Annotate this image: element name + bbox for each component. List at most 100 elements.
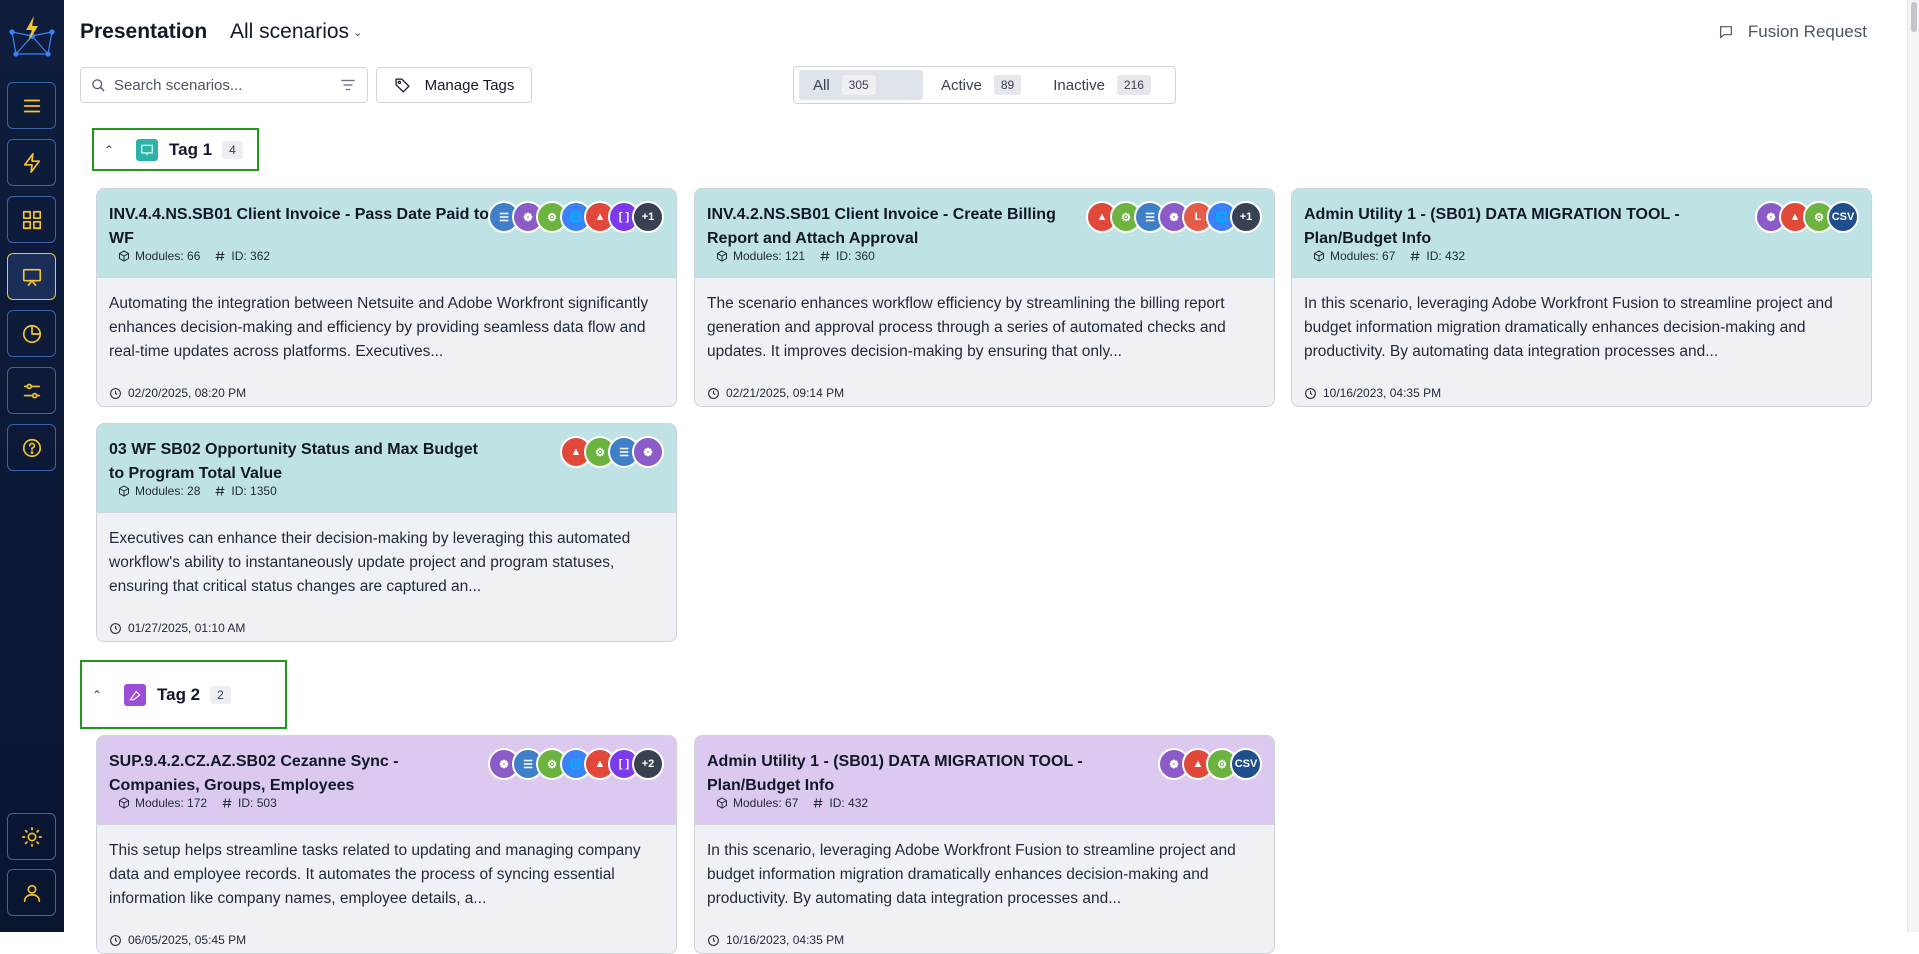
card-date: 01/27/2025, 01:10 AM	[97, 601, 676, 641]
id-info: ID: 503	[221, 796, 277, 810]
scenario-filter-dropdown[interactable]: All scenarios ⌄	[230, 20, 362, 44]
scenario-card[interactable]: Admin Utility 1 - (SB01) DATA MIGRATION …	[1291, 188, 1872, 407]
fusion-request-link[interactable]: Fusion Request	[1718, 22, 1867, 42]
page-title: Presentation	[80, 20, 208, 43]
card-title[interactable]: SUP.9.4.2.CZ.AZ.SB02 Cezanne Sync - Comp…	[109, 750, 489, 798]
scrollbar[interactable]	[1907, 0, 1919, 932]
modules-count: Modules: 172	[135, 796, 208, 810]
sidebar	[0, 0, 64, 932]
theme-toggle-button[interactable]	[7, 813, 56, 860]
tag-badge-icon	[136, 138, 158, 161]
manage-tags-button[interactable]: Manage Tags	[376, 67, 532, 103]
cube-icon	[119, 797, 129, 809]
analytics-nav-button[interactable]	[7, 310, 56, 357]
profile-button[interactable]	[7, 869, 56, 916]
card-description: In this scenario, leveraging Adobe Workf…	[1304, 295, 1833, 360]
cube-icon	[717, 250, 727, 262]
card-title[interactable]: Admin Utility 1 - (SB01) DATA MIGRATION …	[1304, 203, 1684, 251]
modules-count: Modules: 67	[1330, 249, 1396, 263]
search-icon	[92, 78, 105, 92]
help-nav-button[interactable]	[7, 424, 56, 471]
id-info: ID: 432	[812, 796, 868, 810]
sliders-icon	[23, 383, 40, 398]
scenario-card[interactable]: INV.4.2.NS.SB01 Client Invoice - Create …	[694, 188, 1275, 407]
filter-inactive-tab[interactable]: Inactive 216	[1039, 70, 1165, 100]
last-modified: 01/27/2025, 01:10 AM	[128, 621, 246, 635]
hash-icon	[813, 798, 823, 808]
hash-icon	[215, 251, 225, 261]
card-title[interactable]: 03 WF SB02 Opportunity Status and Max Bu…	[109, 438, 489, 486]
search-box[interactable]	[80, 67, 368, 103]
clock-icon	[110, 934, 121, 946]
more-apps-badge[interactable]: +2	[632, 748, 664, 780]
modules-info: Modules: 66	[118, 249, 200, 263]
scenario-id: ID: 360	[836, 249, 875, 263]
card-title[interactable]: Admin Utility 1 - (SB01) DATA MIGRATION …	[707, 750, 1087, 798]
tag-name: Tag 2	[157, 684, 201, 704]
tag-icon	[395, 77, 410, 93]
modules-count: Modules: 67	[733, 796, 799, 810]
search-input[interactable]	[114, 76, 331, 94]
modules-info: Modules: 67	[1313, 249, 1395, 263]
scenario-id: ID: 432	[829, 796, 869, 810]
tag-count: 4	[222, 140, 243, 159]
scrollbar-thumb[interactable]	[1911, 2, 1917, 32]
modules-info: Modules: 28	[118, 484, 200, 498]
modules-info: Modules: 121	[716, 249, 805, 263]
tag-name: Tag 1	[169, 139, 213, 159]
filter-active-tab[interactable]: Active 89	[927, 70, 1035, 100]
main-content: Presentation All scenarios ⌄ Fusion Requ…	[64, 0, 1907, 954]
card-header: SUP.9.4.2.CZ.AZ.SB02 Cezanne Sync - Comp…	[97, 736, 676, 825]
last-modified: 10/16/2023, 04:35 PM	[726, 933, 845, 947]
tag-group-header[interactable]: ⌃ Tag 1 4	[92, 128, 259, 171]
scenario-card[interactable]: INV.4.4.NS.SB01 Client Invoice - Pass Da…	[96, 188, 677, 407]
card-date: 02/20/2025, 08:20 PM	[97, 366, 676, 406]
chart-pie-icon	[22, 324, 41, 343]
status-filter-group: All 305 Active 89 Inactive 216	[793, 66, 1176, 104]
cube-icon	[119, 250, 129, 262]
chevron-up-icon[interactable]: ⌃	[92, 688, 110, 702]
filter-inactive-label: Inactive	[1053, 76, 1105, 94]
id-info: ID: 1350	[214, 484, 277, 498]
card-description: The scenario enhances workflow efficienc…	[707, 295, 1226, 360]
scenario-card[interactable]: SUP.9.4.2.CZ.AZ.SB02 Cezanne Sync - Comp…	[96, 735, 677, 954]
dashboard-nav-button[interactable]	[7, 196, 56, 243]
card-description: In this scenario, leveraging Adobe Workf…	[707, 842, 1236, 907]
logo-icon[interactable]	[6, 14, 58, 58]
card-title[interactable]: INV.4.2.NS.SB01 Client Invoice - Create …	[707, 203, 1087, 251]
clock-icon	[708, 387, 719, 399]
menu-button[interactable]	[7, 82, 56, 129]
app-icons: ❁ ▲ ⚙ CSV	[1755, 201, 1859, 233]
more-apps-badge[interactable]: +1	[1230, 201, 1262, 233]
tag-count: 2	[210, 685, 231, 704]
scenario-card[interactable]: 03 WF SB02 Opportunity Status and Max Bu…	[96, 423, 677, 642]
scenario-id: ID: 1350	[231, 484, 277, 498]
dashboard-icon	[22, 210, 41, 229]
card-header: INV.4.4.NS.SB01 Client Invoice - Pass Da…	[97, 189, 676, 278]
more-apps-badge[interactable]: +1	[632, 201, 664, 233]
clock-icon	[110, 622, 121, 634]
csv-icon: CSV	[1827, 201, 1859, 233]
card-date: 02/21/2025, 09:14 PM	[695, 366, 1274, 406]
filter-active-label: Active	[941, 76, 982, 94]
chevron-up-icon[interactable]: ⌃	[104, 143, 122, 157]
card-title[interactable]: INV.4.4.NS.SB01 Client Invoice - Pass Da…	[109, 203, 489, 251]
modules-count: Modules: 121	[733, 249, 806, 263]
id-info: ID: 362	[214, 249, 270, 263]
sun-icon	[21, 826, 42, 847]
filter-all-tab[interactable]: All 305	[799, 70, 923, 100]
app-icons: ▲ ⚙ ☰ ❁ L 🌐 +1	[1086, 201, 1262, 233]
filter-all-count: 305	[841, 75, 876, 95]
presentation-nav-button[interactable]	[7, 253, 56, 300]
card-header: INV.4.2.NS.SB01 Client Invoice - Create …	[695, 189, 1274, 278]
tag-group-header[interactable]: ⌃ Tag 2 2	[80, 660, 287, 729]
card-date: 10/16/2023, 04:35 PM	[695, 913, 1274, 953]
card-meta: Modules: 121 ID: 360	[716, 249, 875, 263]
last-modified: 06/05/2025, 05:45 PM	[128, 933, 247, 947]
filter-icon[interactable]	[339, 77, 357, 93]
card-meta: Modules: 67 ID: 432	[716, 796, 868, 810]
filter-inactive-count: 216	[1116, 75, 1151, 95]
scenarios-nav-button[interactable]	[7, 139, 56, 186]
scenario-card[interactable]: Admin Utility 1 - (SB01) DATA MIGRATION …	[694, 735, 1275, 954]
settings-nav-button[interactable]	[7, 367, 56, 414]
